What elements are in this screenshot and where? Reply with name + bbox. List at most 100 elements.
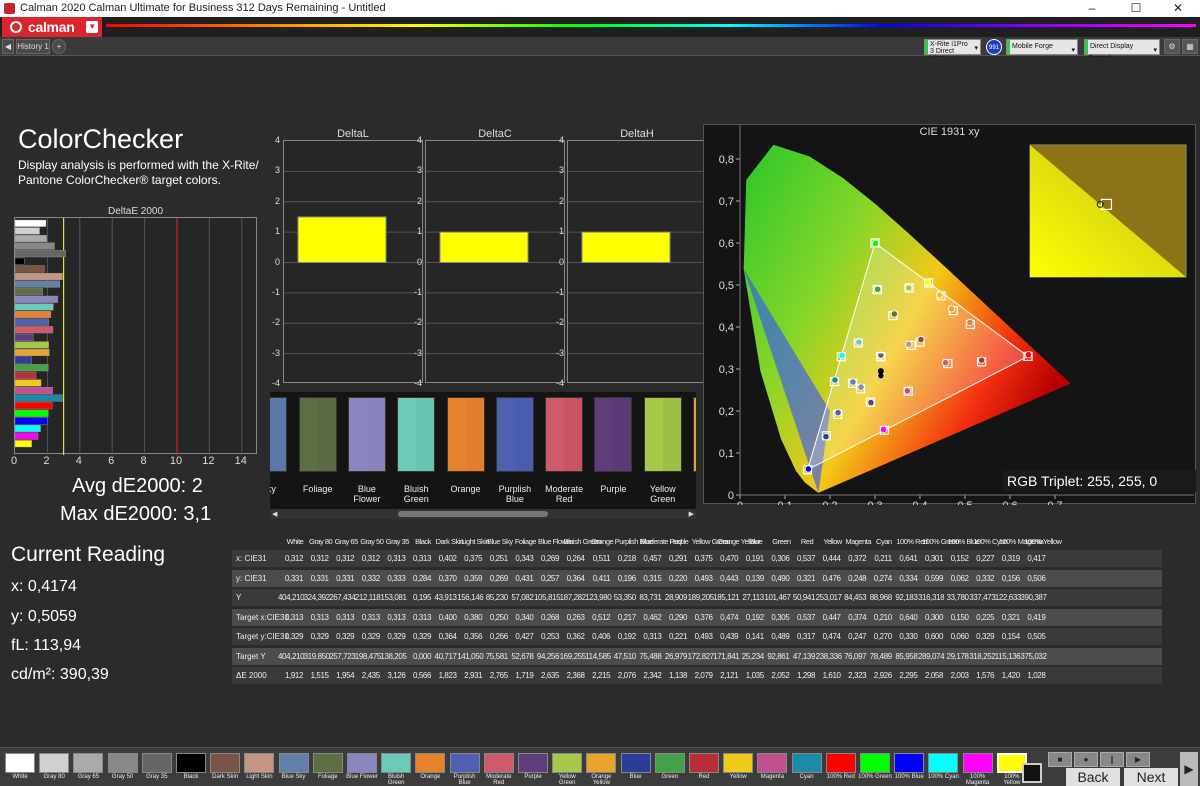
bottom-swatch-blue-flower[interactable] xyxy=(347,753,377,773)
table-cell: 0,313 xyxy=(304,609,329,626)
table-cell: 1,912 xyxy=(278,667,303,684)
bottom-swatch-blue-sky[interactable] xyxy=(278,753,309,773)
tab-scroll-left-button[interactable]: ◀ xyxy=(2,39,14,54)
stop-button[interactable]: ■ xyxy=(1048,752,1072,767)
table-cell: 0,269 xyxy=(483,570,508,587)
bottom-swatch-100-red[interactable] xyxy=(825,753,856,773)
y-tick-label: 0,6 xyxy=(719,238,734,250)
table-cell: 0,419 xyxy=(1020,609,1045,626)
table-cell: 0,321 xyxy=(790,570,815,587)
add-tab-button[interactable]: + xyxy=(52,39,66,54)
page-title: ColorChecker xyxy=(18,124,184,154)
current-fl: fL: 113,94 xyxy=(11,637,81,654)
bottom-swatch-label-text: Blue xyxy=(629,774,642,780)
bottom-swatch-gray-65[interactable] xyxy=(73,753,104,773)
table-cell: 0,248 xyxy=(841,570,866,587)
row-label-text: x: CIE31 xyxy=(236,554,267,563)
bottom-swatch-purplish-blue[interactable] xyxy=(449,753,480,773)
deltae-bars xyxy=(14,218,243,455)
table-cell-value: 0,641 xyxy=(899,554,918,563)
table-cell: 2,079 xyxy=(688,667,713,684)
display-dropdown[interactable]: Mobile Forge ▾ xyxy=(1006,39,1078,55)
table-cell-value: 84,453 xyxy=(844,593,867,602)
bottom-swatch-gray-50[interactable] xyxy=(107,753,138,773)
swatch-purplish-blue xyxy=(495,397,534,472)
tab-history-1[interactable]: History 1 xyxy=(16,39,50,54)
bottom-swatch-bluish-green[interactable] xyxy=(381,753,412,773)
swatch-label: Foliage xyxy=(295,484,341,494)
bottom-swatch-yellow[interactable] xyxy=(723,753,754,773)
swatch-scrollbar[interactable]: ◀ ▶ xyxy=(270,509,696,519)
bottom-swatch-red[interactable] xyxy=(689,753,719,773)
next-arrow-icon[interactable]: ▶ xyxy=(1180,752,1198,786)
bottom-swatch-yellow-green[interactable] xyxy=(552,753,583,773)
bottom-swatch-100-blue[interactable] xyxy=(894,753,925,773)
record-button[interactable]: ● xyxy=(1074,752,1098,767)
table-cell-value: 76,097 xyxy=(844,651,867,661)
column-header: Black xyxy=(410,533,436,550)
table-cell-value: 0,333 xyxy=(387,573,406,583)
table-cell: 0,537 xyxy=(790,550,815,567)
bottom-swatch-cyan[interactable] xyxy=(791,753,822,773)
stop-icon[interactable] xyxy=(1022,763,1042,783)
bottom-swatch-label: Green xyxy=(653,774,687,780)
table-cell: 390,387 xyxy=(1020,589,1047,606)
scroll-right-icon[interactable]: ▶ xyxy=(689,510,694,518)
table-cell-value: 2,003 xyxy=(950,671,969,680)
bottom-swatch-dark-skin[interactable] xyxy=(210,753,241,773)
table-cell: 2,003 xyxy=(944,667,969,684)
scroll-left-icon[interactable]: ◀ xyxy=(272,510,277,518)
display-status-indicator xyxy=(1007,40,1010,54)
bottom-swatch-foliage[interactable] xyxy=(312,753,343,773)
table-cell: 83,731 xyxy=(636,589,661,606)
meter-badge[interactable]: 991 xyxy=(986,39,1002,55)
back-button[interactable]: Back xyxy=(1066,768,1120,786)
table-cell-value: 0,406 xyxy=(592,632,611,641)
table-cell: 1,420 xyxy=(995,667,1020,684)
table-cell-value: 0,329 xyxy=(310,632,329,641)
bottom-swatch-label: Dark Skin xyxy=(208,774,242,780)
table-cell: 0,329 xyxy=(969,628,994,645)
next-button[interactable]: Next xyxy=(1124,768,1178,786)
bottom-swatch-moderate-red[interactable] xyxy=(483,753,514,773)
scrollbar-thumb[interactable] xyxy=(398,511,548,517)
table-cell: 0,192 xyxy=(739,609,764,626)
column-header: Moderate Red xyxy=(640,533,682,550)
y-tick-label: 0 xyxy=(728,490,734,502)
de-bar-gray-80 xyxy=(14,227,40,235)
bottom-swatch-orange-yellow[interactable] xyxy=(586,753,617,773)
bottom-swatch-white[interactable] xyxy=(5,753,35,773)
pause-button[interactable]: ∥ xyxy=(1100,752,1124,767)
swatch-label-text: Purplish Blue xyxy=(498,484,532,504)
table-cell-value: 0,537 xyxy=(796,554,815,563)
bottom-swatch-100-green[interactable] xyxy=(860,753,890,773)
de-bar-orange-yellow xyxy=(14,348,50,356)
layout-button[interactable]: ▦ xyxy=(1182,39,1198,54)
table-cell: 78,489 xyxy=(867,648,892,665)
bottom-swatch-magenta[interactable] xyxy=(757,753,788,773)
table-cell: 0,313 xyxy=(278,609,303,626)
close-button[interactable]: ✕ xyxy=(1156,0,1200,17)
table-cell-value: 0,290 xyxy=(668,612,687,622)
bottom-swatch-gray-80[interactable] xyxy=(39,753,70,773)
bottom-swatch-100-magenta[interactable] xyxy=(962,753,993,773)
calman-logo-button[interactable]: calman ▼ xyxy=(2,17,102,37)
window-title: Calman 2020 Calman Ultimate for Business… xyxy=(20,2,386,14)
meter-dropdown[interactable]: X-Rite i1Pro 3 Direct View▾ xyxy=(924,39,981,62)
maximize-button[interactable]: ☐ xyxy=(1114,0,1158,17)
bottom-swatch-blue[interactable] xyxy=(620,753,651,773)
play-button[interactable]: ▶ xyxy=(1126,752,1150,767)
column-header: Green xyxy=(768,533,794,550)
control-dropdown[interactable]: Direct Display Control▾ xyxy=(1084,39,1160,62)
minimize-button[interactable]: – xyxy=(1070,0,1114,17)
bottom-swatch-purple[interactable] xyxy=(518,753,548,773)
bottom-swatch-green[interactable] xyxy=(654,753,685,773)
bottom-swatch-gray-35[interactable] xyxy=(141,753,172,773)
table-cell-value: 0,331 xyxy=(310,573,329,583)
bottom-swatch-100-cyan[interactable] xyxy=(928,753,959,773)
bottom-swatch-black[interactable] xyxy=(176,753,206,773)
bottom-swatch-light-skin[interactable] xyxy=(244,753,275,773)
settings-button[interactable]: ⚙ xyxy=(1164,39,1180,54)
bottom-swatch-orange[interactable] xyxy=(415,753,446,773)
column-header: Orange xyxy=(589,533,615,550)
